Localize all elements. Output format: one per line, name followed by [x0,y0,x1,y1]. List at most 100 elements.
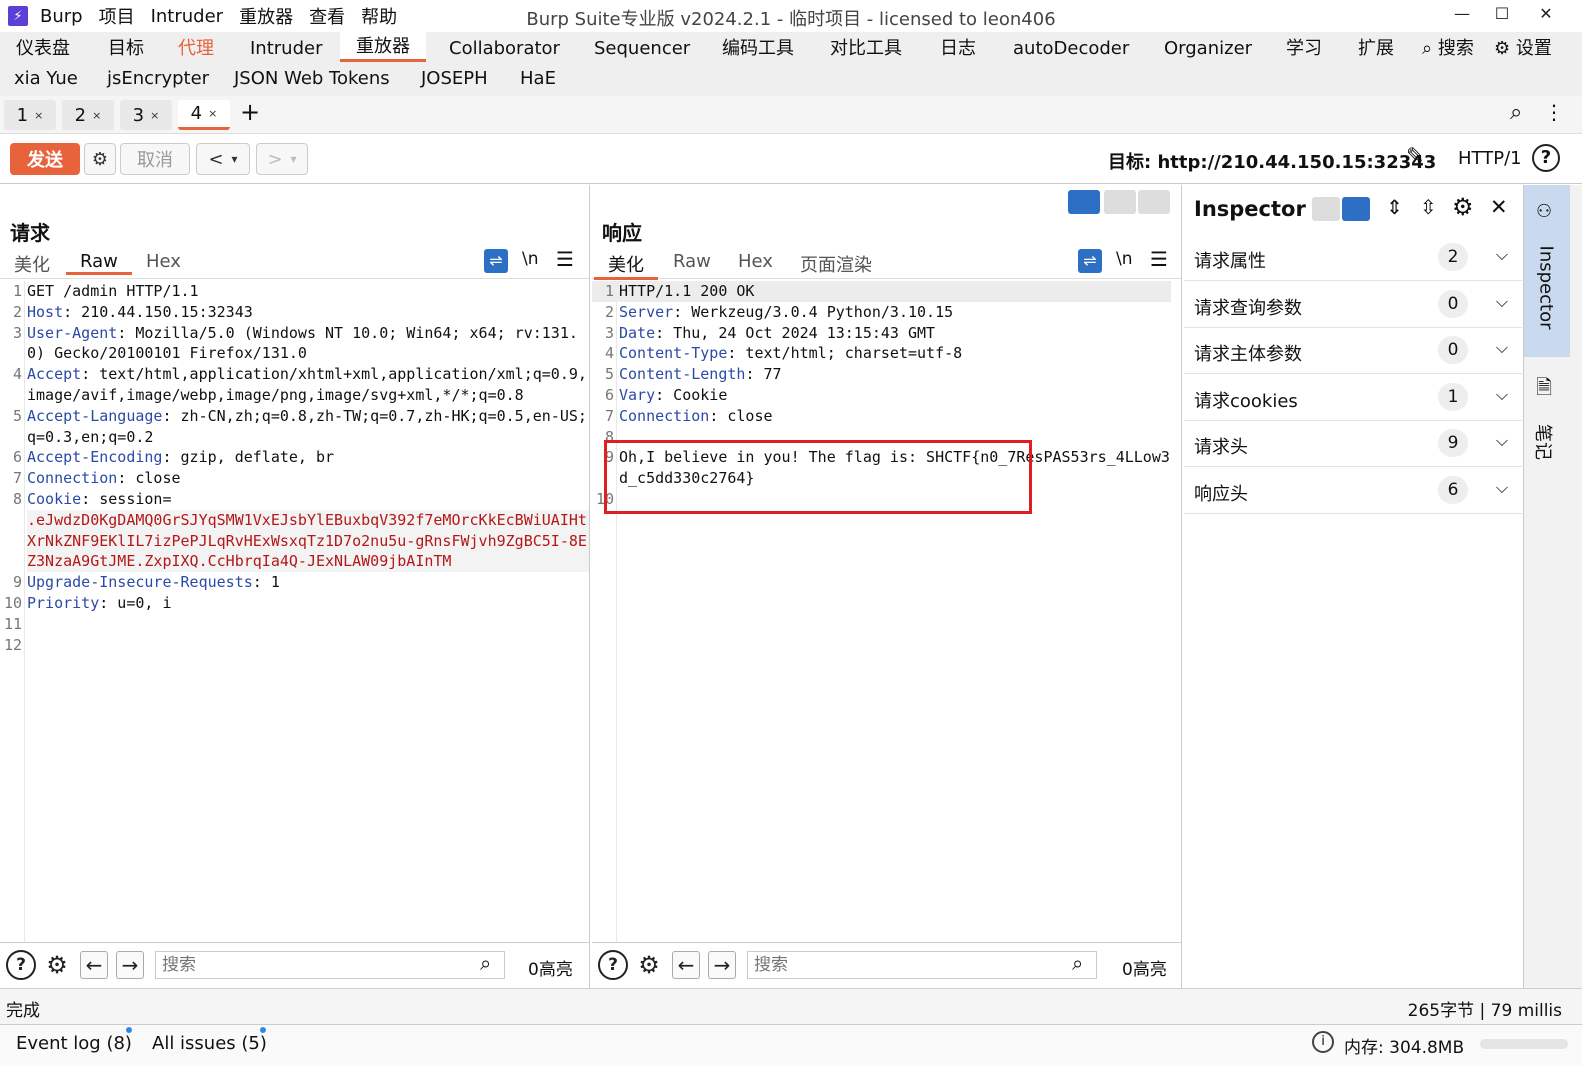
layout-side-by-side-icon[interactable] [1068,190,1100,214]
repeater-tab-3[interactable]: 3 × [120,100,172,130]
arrow-left-icon[interactable]: ← [672,951,700,979]
inspector-section[interactable]: 请求主体参数 0 ⌵ [1184,328,1522,374]
send-settings-button[interactable]: ⚙ [84,143,116,175]
tab-hex[interactable]: Hex [738,251,773,272]
menu-icon[interactable]: ☰ [1150,247,1168,271]
tab-render[interactable]: 页面渲染 [800,251,872,277]
maximize-button[interactable]: ☐ [1482,4,1522,28]
help-icon[interactable]: ? [598,950,628,980]
gear-icon[interactable]: ⚙ [634,950,664,980]
inspector-section[interactable]: 响应头 6 ⌵ [1184,468,1522,514]
all-issues-button[interactable]: All issues (5) [152,1033,267,1054]
help-icon[interactable]: ? [6,950,36,980]
tab-collaborator[interactable]: Collaborator [449,34,560,64]
add-tab-button[interactable]: + [240,98,260,126]
inspector-layout-icon[interactable] [1312,197,1340,221]
forward-button[interactable]: > ▾ [256,143,308,175]
close-icon[interactable]: ✕ [1490,195,1508,219]
tab-organizer[interactable]: Organizer [1164,34,1252,64]
tab-raw[interactable]: Raw [66,251,132,275]
tab-hex[interactable]: Hex [146,251,181,272]
side-rail-notes-label[interactable]: 笔记 [1531,424,1557,460]
inspector-section[interactable]: 请求查询参数 0 ⌵ [1184,282,1522,328]
tab-intruder[interactable]: Intruder [250,34,322,64]
edit-target-icon[interactable]: ✎ [1406,144,1424,169]
wrap-lines-icon[interactable]: ⇌ [1078,249,1102,273]
global-search-button[interactable]: ⌕ 搜索 [1422,34,1474,64]
menu-burp[interactable]: Burp [40,6,83,27]
inspector-section[interactable]: 请求头 9 ⌵ [1184,421,1522,467]
close-icon[interactable]: × [208,107,217,120]
event-log-button[interactable]: Event log (8) [16,1033,132,1054]
notes-icon[interactable]: 🗎 [1536,373,1552,407]
tab-target[interactable]: 目标 [108,34,144,64]
tab-pretty[interactable]: 美化 [14,251,50,277]
chevron-down-icon[interactable]: ⌵ [1496,338,1508,358]
close-icon[interactable]: × [92,109,101,122]
expand-all-icon[interactable]: ⇕ [1386,195,1403,219]
header-name: Accept-Encoding [27,448,163,467]
arrow-right-icon[interactable]: → [116,951,144,979]
newline-toggle[interactable]: \n [522,249,539,269]
chevron-down-icon[interactable]: ⌵ [1496,431,1508,451]
chevron-down-icon[interactable]: ⌵ [1496,478,1508,498]
tab-autodecoder[interactable]: autoDecoder [1013,34,1129,64]
newline-toggle[interactable]: \n [1116,249,1133,269]
collapse-all-icon[interactable]: ⇳ [1420,195,1437,219]
menu-icon[interactable]: ☰ [556,247,574,271]
tab-repeater[interactable]: 重放器 [340,32,426,62]
close-icon[interactable]: × [150,109,159,122]
menu-intruder[interactable]: Intruder [151,6,223,27]
tab-joseph[interactable]: JOSEPH [421,64,488,94]
tab-logger[interactable]: 日志 [940,34,976,64]
arrow-right-icon[interactable]: → [708,951,736,979]
side-rail-inspector-tab[interactable]: ⚇ Inspector [1524,185,1570,357]
repeater-tab-1[interactable]: 1 × [4,100,56,130]
tab-learn[interactable]: 学习 [1286,34,1322,64]
inspector-section[interactable]: 请求cookies 1 ⌵ [1184,375,1522,421]
repeater-tab-2[interactable]: 2 × [62,100,114,130]
chevron-down-icon[interactable]: ⌵ [1496,292,1508,312]
minimize-button[interactable]: — [1442,4,1482,28]
tab-json-web-tokens[interactable]: JSON Web Tokens [234,64,390,94]
request-editor[interactable]: 1 GET /admin HTTP/1.1 2 Host: 210.44.150.15… [0,281,589,655]
arrow-left-icon[interactable]: ← [80,951,108,979]
more-options-icon[interactable]: ⋮ [1544,100,1564,124]
menu-help[interactable]: 帮助 [361,3,397,29]
chevron-down-icon[interactable]: ⌵ [1496,385,1508,405]
repeater-tab-4[interactable]: 4 × [178,100,230,130]
tab-pretty[interactable]: 美化 [594,251,658,280]
tab-extensions[interactable]: 扩展 [1358,34,1394,64]
back-button[interactable]: < ▾ [196,143,250,175]
tab-comparer[interactable]: 对比工具 [830,34,902,64]
close-window-button[interactable]: ✕ [1526,4,1566,28]
help-icon[interactable]: ? [1532,144,1560,172]
tab-jsencrypter[interactable]: jsEncrypter [107,64,209,94]
tab-sequencer[interactable]: Sequencer [594,34,690,64]
layout-tabs-icon[interactable] [1138,190,1170,214]
menu-repeater[interactable]: 重放器 [239,3,293,29]
tab-decoder[interactable]: 编码工具 [722,34,794,64]
menu-view[interactable]: 查看 [309,3,345,29]
wrap-lines-icon[interactable]: ⇌ [484,249,508,273]
chevron-down-icon[interactable]: ⌵ [1496,245,1508,265]
search-icon[interactable]: ⌕ [1510,100,1522,125]
settings-button[interactable]: ⚙ 设置 [1494,34,1552,64]
tab-dashboard[interactable]: 仪表盘 [16,34,70,64]
inspector-section[interactable]: 请求属性 2 ⌵ [1184,235,1522,281]
close-icon[interactable]: × [34,109,43,122]
tab-xia-yue[interactable]: xia Yue [14,64,78,94]
response-search-input[interactable] [747,951,1097,979]
tab-proxy[interactable]: 代理 [178,34,214,64]
layout-stacked-icon[interactable] [1104,190,1136,214]
menu-project[interactable]: 项目 [99,3,135,29]
http-version-toggle[interactable]: HTTP/1 [1458,148,1522,169]
cancel-button[interactable]: 取消 [120,143,190,175]
gear-icon[interactable]: ⚙ [42,950,72,980]
send-button[interactable]: 发送 [10,143,80,175]
gear-icon[interactable]: ⚙ [1452,193,1474,221]
tab-hae[interactable]: HaE [520,64,556,94]
tab-raw[interactable]: Raw [673,251,711,272]
request-search-input[interactable] [155,951,505,979]
inspector-layout-active-icon[interactable] [1342,197,1370,221]
